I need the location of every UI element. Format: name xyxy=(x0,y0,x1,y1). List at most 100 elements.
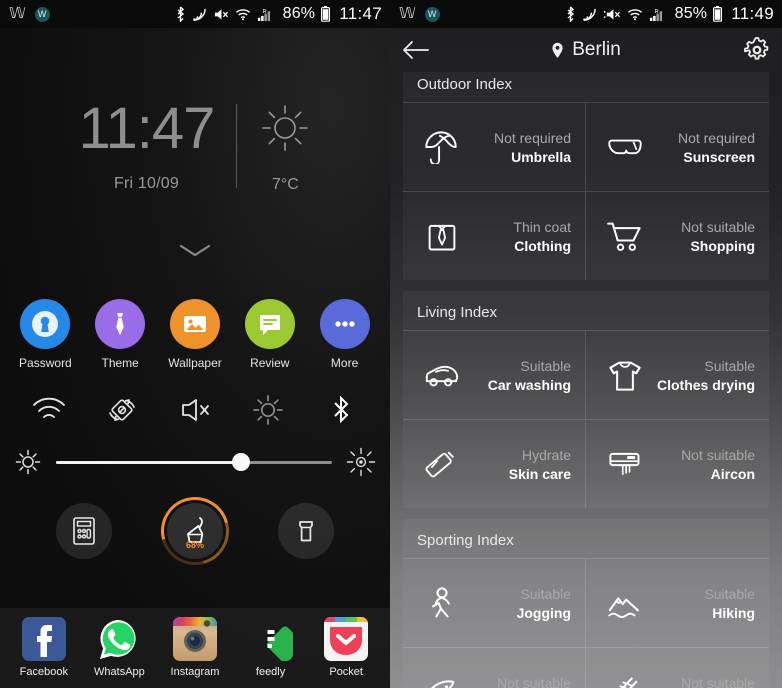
sound-toggle[interactable] xyxy=(172,387,218,433)
dock-app-instagram-label: Instagram xyxy=(170,665,220,678)
shortcut-password[interactable]: Password xyxy=(9,299,81,370)
shortcut-password-label: Password xyxy=(19,356,72,370)
index-item-text: Not suitableFishing xyxy=(471,675,571,688)
index-item[interactable]: Not suitable Shopping xyxy=(586,192,769,280)
shortcut-review-label: Review xyxy=(250,356,290,370)
pocket-glyph xyxy=(324,616,369,655)
dock-app-facebook-label: Facebook xyxy=(19,665,68,678)
brightness-slider[interactable] xyxy=(56,453,332,471)
index-item[interactable]: Suitable Car washing xyxy=(403,331,586,419)
brightness-slider-row xyxy=(0,438,390,486)
shortcut-more[interactable]: More xyxy=(309,299,381,370)
index-item-name: Clothing xyxy=(514,237,571,254)
status-notification-icons: 𝕎 W xyxy=(399,5,440,22)
instagram-icon xyxy=(172,616,217,661)
shortcut-theme-circle xyxy=(95,299,146,349)
index-item[interactable]: Not suitableSwimming xyxy=(586,648,769,688)
index-item[interactable]: Not suitable Aircon xyxy=(586,420,769,508)
index-item-name: Clothes drying xyxy=(656,376,755,393)
pocket-icon xyxy=(324,616,369,661)
cleaner-progress-label: 68% xyxy=(185,540,204,550)
status-notification-icons: 𝕎 W xyxy=(9,6,50,22)
index-item-value: Not required xyxy=(493,129,571,146)
dock-app-pocket[interactable]: Pocket xyxy=(311,616,381,678)
shortcut-theme[interactable]: Theme xyxy=(84,299,156,370)
cleaner-tool[interactable]: 68% xyxy=(148,484,242,578)
auto-rotate-toggle[interactable] xyxy=(99,387,145,433)
shortcut-more-circle xyxy=(319,299,370,349)
lockscreen-clock-widget[interactable]: 11:47 Fri 10/09 7°C xyxy=(0,100,390,194)
comment-lines-icon xyxy=(259,315,280,335)
index-item[interactable]: Hydrate Skin care xyxy=(403,420,586,508)
index-item-value: Not suitable xyxy=(681,674,755,688)
index-item[interactable]: Suitable Hiking xyxy=(586,559,769,647)
index-item[interactable]: Suitable Clothes drying xyxy=(586,331,769,419)
dock-app-feedly[interactable]: feedly xyxy=(236,617,306,678)
shortcut-wallpaper[interactable]: Wallpaper xyxy=(159,299,231,370)
weather-app-bar: Berlin xyxy=(390,28,782,72)
index-item[interactable]: Thin coat Clothing xyxy=(403,192,586,280)
index-item-value: Not suitable xyxy=(497,674,571,688)
wifi-icon xyxy=(627,9,642,21)
necktie-icon xyxy=(116,313,124,335)
slider-thumb[interactable] xyxy=(231,453,250,471)
index-item[interactable]: Not required Sunscreen xyxy=(586,103,769,191)
index-item-value: Thin coat xyxy=(513,218,571,235)
index-item-text: Suitable Clothes drying xyxy=(654,358,755,393)
weather-index-card-list[interactable]: Outdoor Index Not required Umbrella Not req… xyxy=(390,72,782,688)
dock-app-instagram[interactable]: Instagram xyxy=(160,616,230,678)
clock-weather-group: 7°C xyxy=(237,102,311,194)
gear-icon[interactable] xyxy=(744,37,770,63)
tool-row: 68% xyxy=(0,484,390,578)
location-pin-icon xyxy=(552,42,563,58)
index-item-value: Suitable xyxy=(704,585,755,602)
shortcut-review[interactable]: Review xyxy=(234,299,306,370)
wifi-toggle[interactable] xyxy=(26,387,72,433)
slider-fill xyxy=(56,460,241,464)
instagram-glyph xyxy=(172,616,217,652)
brightness-toggle[interactable] xyxy=(245,387,291,433)
index-grid: Not required Umbrella Not required Sunscree… xyxy=(403,102,769,280)
index-row: Not required Umbrella Not required Sunscree… xyxy=(403,102,769,191)
index-item-name: Aircon xyxy=(710,465,755,482)
arrow-left-icon[interactable] xyxy=(402,39,430,61)
index-item-name: Sunscreen xyxy=(683,148,755,165)
shortcut-password-circle xyxy=(20,299,71,349)
index-item[interactable]: Not required Umbrella xyxy=(403,103,586,191)
whatsapp-icon xyxy=(97,617,141,661)
app-dock: Facebook WhatsApp Instagram feedly Pocke… xyxy=(0,608,390,688)
right-phone-weather-panel: 𝕎 W R 85% 11:49 Berlin Outdoor Index Not… xyxy=(390,0,782,688)
card-title: Sporting Index xyxy=(417,532,514,549)
index-row: Thin coat Clothing Not suitable Shopping xyxy=(403,191,769,280)
brightness-auto-icon xyxy=(346,447,376,477)
dock-app-whatsapp[interactable]: WhatsApp xyxy=(84,617,154,678)
air-conditioner-icon xyxy=(602,447,648,481)
clock-time: 11:47 xyxy=(78,96,216,161)
phone-screenshot-pair: 𝕎 W R 86% 11:47 11:47 Fri 10/09 7°C Pass… xyxy=(0,0,782,688)
wifi-icon xyxy=(32,397,65,418)
dock-app-feedly-label: feedly xyxy=(255,665,286,678)
running-person-icon xyxy=(419,586,465,620)
nyt-notification-icon: 𝕎 xyxy=(399,5,416,22)
index-item[interactable]: Suitable Jogging xyxy=(403,559,586,647)
wikipedia-notification-icon: W xyxy=(424,6,440,22)
flashlight-tool[interactable] xyxy=(278,503,335,559)
index-item-text: Thin coat Clothing xyxy=(471,219,571,254)
volume-mute-icon xyxy=(603,8,620,20)
index-card: Living Index Suitable Car washing Suitable C… xyxy=(403,291,769,508)
index-item[interactable]: Not suitableFishing xyxy=(403,648,586,688)
dock-app-facebook[interactable]: Facebook xyxy=(9,616,79,678)
calculator-tool[interactable] xyxy=(55,503,112,559)
dock-app-pocket-label: Pocket xyxy=(329,665,363,678)
expand-handle[interactable] xyxy=(0,242,390,263)
index-item-text: Suitable Car washing xyxy=(471,358,571,393)
image-picture-icon xyxy=(183,316,206,332)
feedly-icon xyxy=(249,617,293,661)
dock-app-whatsapp-label: WhatsApp xyxy=(94,665,145,678)
ellipsis-dots-icon xyxy=(334,321,355,327)
umbrella-icon xyxy=(419,130,465,164)
sunny-icon xyxy=(262,105,309,151)
bluetooth-toggle[interactable] xyxy=(318,387,364,433)
cellular-signal-roaming-icon: R xyxy=(649,9,662,21)
flashlight-icon xyxy=(299,521,314,542)
